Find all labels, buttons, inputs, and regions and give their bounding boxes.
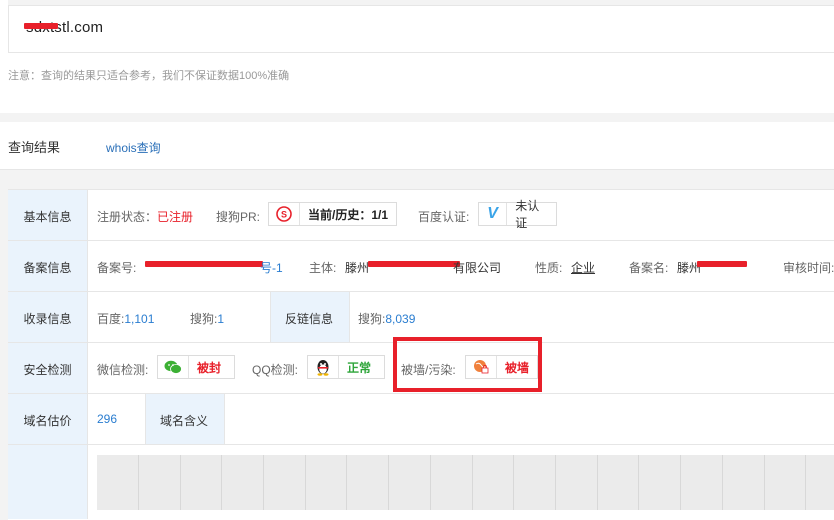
row-divider: [8, 291, 834, 292]
grid-line: [138, 455, 139, 510]
grid-line: [680, 455, 681, 510]
icp-no-key: 备案号:: [97, 261, 137, 275]
grid-line: [722, 455, 723, 510]
backlink-label: 反链信息: [285, 312, 334, 326]
verify-v-icon: V: [479, 203, 508, 225]
baidu-index-value[interactable]: 1,101: [124, 312, 154, 326]
icp-subject-suffix: 有限公司: [453, 261, 502, 275]
pr-chip: S 当前/历史：1/1: [268, 202, 397, 226]
row-label-index: 收录信息: [23, 312, 72, 326]
sogou-index-key: 搜狗:: [190, 312, 218, 326]
backlink-sogou: 搜狗:8,039: [358, 310, 415, 327]
whois-tab[interactable]: whois查询: [106, 139, 161, 156]
baidu-index-key: 百度:: [97, 312, 125, 326]
grid-line: [638, 455, 639, 510]
grid-line: [430, 455, 431, 510]
wechat-icon: [158, 356, 189, 378]
row-label-security: 安全检测: [23, 363, 72, 377]
row-divider: [8, 393, 834, 394]
qq-check-key: QQ检测:: [252, 363, 299, 377]
svg-text:S: S: [281, 210, 287, 220]
grid-line: [221, 455, 222, 510]
icp-subject-prefix: 滕州: [345, 261, 370, 275]
redaction-mark: [697, 261, 747, 267]
baidu-cert-chip: V 未认证: [478, 199, 557, 230]
qq-check-chip: 正常: [307, 355, 385, 379]
pr-key: 搜狗PR:: [216, 210, 261, 224]
pr-value: 1/1: [371, 207, 389, 222]
backlink-sogou-value[interactable]: 8,039: [385, 312, 415, 326]
sogou-icon: S: [269, 203, 300, 225]
grid-line: [388, 455, 389, 510]
grid-line: [346, 455, 347, 510]
baidu-index: 百度:1,101: [97, 310, 154, 327]
grid-line: [180, 455, 181, 510]
icp-name-key: 备案名:: [629, 261, 669, 275]
icp-nature-value[interactable]: 企业: [571, 259, 595, 276]
grid-line: [597, 455, 598, 510]
qq-penguin-icon: [308, 356, 339, 378]
row-label-basic: 基本信息: [23, 210, 72, 224]
grid-line: [513, 455, 514, 510]
baidu-cert-value: 未认证: [515, 199, 540, 230]
wechat-check-key: 微信检测:: [97, 363, 149, 377]
redaction-mark: [24, 23, 58, 29]
redaction-mark: [368, 261, 460, 267]
icp-subject-key: 主体:: [309, 261, 337, 275]
row-divider: [8, 444, 834, 445]
domain-meaning-label: 域名含义: [160, 414, 209, 428]
backlink-sogou-key: 搜狗:: [358, 312, 386, 326]
reg-status: 注册状态：已注册: [97, 208, 193, 225]
wechat-check-value: 被封: [197, 360, 222, 375]
grid-line: [305, 455, 306, 510]
wechat-check-chip: 被封: [157, 355, 235, 379]
grid-line: [764, 455, 765, 510]
section-gap: [0, 113, 834, 122]
row-label-icp: 备案信息: [23, 261, 72, 275]
domain-display: [8, 5, 834, 53]
pr-value-key: 当前/历史：: [307, 207, 372, 222]
grid-line: [263, 455, 264, 510]
baidu-cert-key: 百度认证:: [418, 210, 470, 224]
qq-check-value: 正常: [347, 360, 372, 375]
highlight-box: [393, 337, 542, 392]
reg-status-key: 注册状态：: [97, 210, 158, 224]
chart-grid-area: [97, 455, 834, 510]
icp-nature-key: 性质:: [535, 261, 563, 275]
row-divider: [8, 240, 834, 241]
grid-line: [472, 455, 473, 510]
grid-line: [555, 455, 556, 510]
left-edge: [0, 0, 8, 113]
grid-line: [805, 455, 806, 510]
icp-review-key: 审核时间:: [783, 261, 834, 275]
disclaimer-notice: 注意：查询的结果只适合参考，我们不保证数据100%准确: [8, 70, 290, 82]
row-label-valuation: 域名估价: [23, 414, 72, 428]
redaction-mark: [145, 261, 263, 267]
reg-status-value: 已注册: [157, 210, 194, 224]
sogou-index: 搜狗:1: [190, 310, 224, 327]
icp-no-suffix: 号-1: [260, 261, 283, 275]
sogou-index-value[interactable]: 1: [217, 312, 224, 326]
results-title: 查询结果: [8, 140, 61, 155]
valuation-value[interactable]: 296: [97, 412, 117, 426]
